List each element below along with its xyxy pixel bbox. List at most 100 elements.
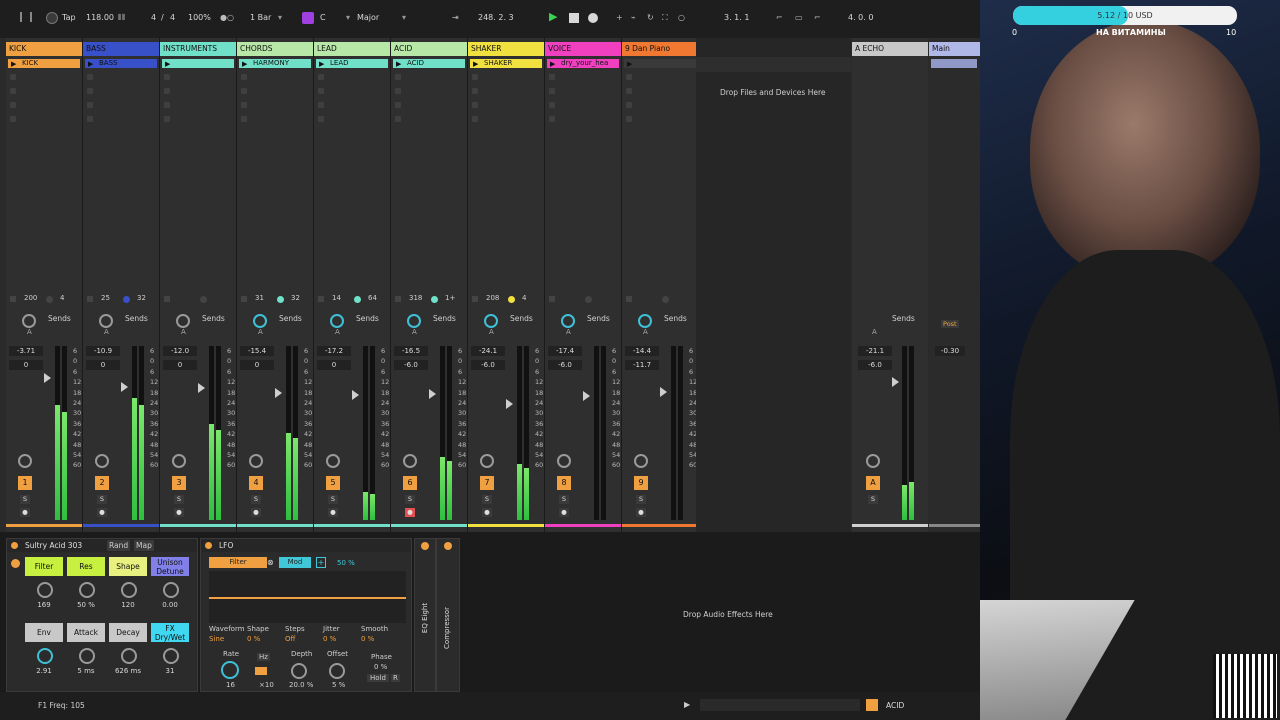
- macro-knob[interactable]: [163, 582, 179, 598]
- depth-value[interactable]: 20.0 %: [289, 681, 313, 689]
- io-value-b[interactable]: 64: [368, 294, 377, 302]
- track-name[interactable]: INSTRUMENTS: [160, 42, 236, 56]
- stop-icon[interactable]: [395, 296, 401, 302]
- solo-button[interactable]: S: [328, 495, 338, 504]
- io-value-a[interactable]: 200: [24, 294, 37, 302]
- monitor-dot-icon[interactable]: [508, 296, 515, 303]
- fader-handle-icon[interactable]: [198, 383, 205, 393]
- track-activator[interactable]: 3: [172, 476, 186, 490]
- arm-button[interactable]: ●: [251, 508, 261, 517]
- capture-icon[interactable]: ⛶: [662, 13, 668, 23]
- track-activator[interactable]: 9: [634, 476, 648, 490]
- stop-icon[interactable]: [472, 296, 478, 302]
- clip-stop-button[interactable]: [318, 74, 324, 80]
- key-select[interactable]: C: [320, 13, 326, 22]
- stop-icon[interactable]: [10, 296, 16, 302]
- io-value-b[interactable]: 32: [137, 294, 146, 302]
- clip-stop-button[interactable]: [164, 74, 170, 80]
- lfo-title[interactable]: LFO: [201, 539, 411, 552]
- clip-play-icon[interactable]: ▶: [627, 60, 632, 68]
- macro-value[interactable]: 120: [109, 601, 147, 609]
- solo-button[interactable]: S: [482, 495, 492, 504]
- stop-icon[interactable]: [549, 296, 555, 302]
- stop-icon[interactable]: [87, 296, 93, 302]
- pan-field[interactable]: 0: [163, 360, 197, 370]
- clip-stop-button[interactable]: [472, 88, 478, 94]
- track-number[interactable]: A: [866, 476, 880, 490]
- lfo-param-value[interactable]: 0 %: [361, 635, 374, 643]
- clip-slot[interactable]: BASS: [85, 59, 157, 68]
- send-a-knob[interactable]: [330, 314, 344, 328]
- pan-knob[interactable]: [403, 454, 417, 468]
- macro-value[interactable]: 5 ms: [67, 667, 105, 675]
- clip-stop-button[interactable]: [318, 88, 324, 94]
- session-record-icon[interactable]: ○: [678, 13, 685, 22]
- clip-play-icon[interactable]: ▶: [165, 60, 170, 68]
- clip-stop-button[interactable]: [87, 74, 93, 80]
- track-name[interactable]: CHORDS: [237, 42, 313, 56]
- punch-in-icon[interactable]: ⌐: [776, 13, 783, 22]
- macro-value[interactable]: 31: [151, 667, 189, 675]
- fader-handle-icon[interactable]: [352, 390, 359, 400]
- volume-field[interactable]: -24.1: [471, 346, 505, 356]
- macro-knob[interactable]: [79, 648, 95, 664]
- fader-handle-icon[interactable]: [506, 399, 513, 409]
- clip-stop-button[interactable]: [472, 74, 478, 80]
- post-label[interactable]: Post: [941, 320, 959, 328]
- arm-button[interactable]: ●: [482, 508, 492, 517]
- track-name[interactable]: BASS: [83, 42, 159, 56]
- macro-value[interactable]: 626 ms: [109, 667, 147, 675]
- lfo-param-value[interactable]: 0 %: [247, 635, 260, 643]
- clip-stop-button[interactable]: [549, 74, 555, 80]
- io-value-b[interactable]: 4: [522, 294, 526, 302]
- clip-play-icon[interactable]: ▶: [319, 60, 324, 68]
- arm-button[interactable]: ●: [405, 508, 415, 517]
- track-name[interactable]: VOICE: [545, 42, 621, 56]
- clip-stop-button[interactable]: [395, 116, 401, 122]
- tempo-nudge-icon[interactable]: ⦀⦀: [118, 13, 125, 23]
- io-value-a[interactable]: 318: [409, 294, 422, 302]
- macro-button[interactable]: Shape: [109, 557, 147, 576]
- send-a-knob[interactable]: [638, 314, 652, 328]
- macro-knob[interactable]: [37, 582, 53, 598]
- macro-button[interactable]: FX Dry/Wet: [151, 623, 189, 642]
- clip-slot[interactable]: LEAD: [316, 59, 388, 68]
- stop-icon[interactable]: [569, 13, 579, 23]
- pan-knob[interactable]: [480, 454, 494, 468]
- clip-slot[interactable]: dry_your_hea: [547, 59, 619, 68]
- phase-value[interactable]: 0 %: [374, 663, 387, 671]
- send-a-knob[interactable]: [484, 314, 498, 328]
- clip-play-icon[interactable]: ▶: [550, 60, 555, 68]
- track-4[interactable]: CHORDS HARMONY ▶ 31 32 A Sends -15.4 0 6 0 6 12 18…: [237, 38, 314, 532]
- macro-button[interactable]: Attack: [67, 623, 105, 642]
- pan-field[interactable]: 0: [86, 360, 120, 370]
- arm-button[interactable]: ●: [97, 508, 107, 517]
- device-on-icon[interactable]: [444, 542, 452, 550]
- clip-slot[interactable]: [162, 59, 234, 68]
- clip-stop-button[interactable]: [164, 88, 170, 94]
- follow-icon[interactable]: ●○: [220, 13, 234, 22]
- depth-knob[interactable]: [291, 663, 307, 679]
- quantize-select[interactable]: 1 Bar: [250, 13, 271, 22]
- track-9[interactable]: 9 Dan Piano ▶ A Sends -14.4 -11.7 6 0 6 12 18 24 30…: [622, 38, 699, 532]
- clip-stop-button[interactable]: [318, 102, 324, 108]
- pause-icon[interactable]: [20, 12, 32, 22]
- eq-eight-device[interactable]: EQ Eight: [414, 538, 436, 692]
- clip-stop-button[interactable]: [241, 116, 247, 122]
- pan-knob[interactable]: [249, 454, 263, 468]
- solo-button[interactable]: S: [636, 495, 646, 504]
- send-a-knob[interactable]: [99, 314, 113, 328]
- clip-stop-button[interactable]: [241, 74, 247, 80]
- arm-button[interactable]: ●: [559, 508, 569, 517]
- solo-button[interactable]: S: [251, 495, 261, 504]
- arm-button[interactable]: ●: [636, 508, 646, 517]
- monitor-dot-icon[interactable]: [200, 296, 207, 303]
- loop-length[interactable]: 4. 0. 0: [848, 13, 873, 22]
- device-on-icon[interactable]: [421, 542, 429, 550]
- clip-stop-button[interactable]: [626, 74, 632, 80]
- pan-knob[interactable]: [866, 454, 880, 468]
- lfo-target[interactable]: Filter: [209, 557, 267, 568]
- scale-mode-icon[interactable]: [302, 12, 314, 24]
- fader-handle-icon[interactable]: [44, 373, 51, 383]
- clip-play-icon[interactable]: ▶: [473, 60, 478, 68]
